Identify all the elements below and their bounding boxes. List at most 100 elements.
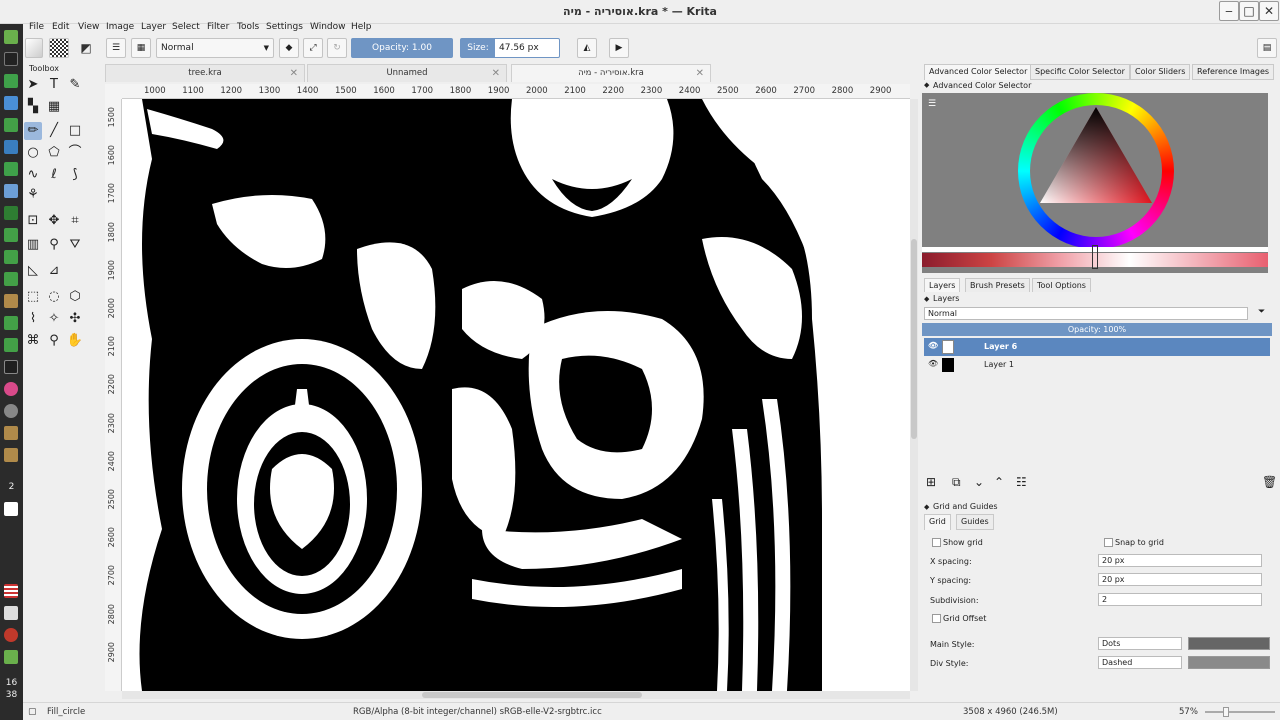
- drawing-canvas[interactable]: [122, 99, 910, 691]
- zoom-tool-icon[interactable]: ⚲: [45, 332, 63, 350]
- opacity-slider[interactable]: Opacity: 1.00: [351, 38, 453, 58]
- pan-tool-icon[interactable]: ✋: [66, 332, 84, 350]
- gradient-tool-icon[interactable]: ▦: [45, 98, 63, 116]
- notification-icon[interactable]: [4, 628, 18, 642]
- collapse-icon[interactable]: ◆: [924, 295, 929, 303]
- move-up-icon[interactable]: ⌃: [994, 475, 1004, 489]
- menu-window[interactable]: Window: [310, 22, 346, 32]
- gradient-selector-icon[interactable]: [25, 38, 43, 58]
- bezier-tool-icon[interactable]: ∿: [24, 166, 42, 184]
- menu-tools[interactable]: Tools: [237, 22, 259, 32]
- folder-icon[interactable]: [4, 228, 18, 242]
- tab-grid[interactable]: Grid: [924, 514, 951, 530]
- eraser-icon[interactable]: ◆: [279, 38, 299, 58]
- tab-active-document[interactable]: אוסיריה - מיה.kra ✕: [511, 64, 711, 82]
- network-icon[interactable]: [4, 606, 18, 620]
- terminal-icon[interactable]: [4, 52, 18, 66]
- color-picker-tool-icon[interactable]: ⚲: [45, 236, 63, 254]
- folder-icon[interactable]: [4, 272, 18, 286]
- layer-row[interactable]: 👁 Layer 6: [924, 338, 1270, 356]
- edit-shapes-tool-icon[interactable]: ✎: [66, 76, 84, 94]
- color-swap-icon[interactable]: ◩: [77, 39, 95, 57]
- assistant-tool-icon[interactable]: ◺: [24, 262, 42, 280]
- select-shapes-tool-icon[interactable]: ➤: [24, 76, 42, 94]
- close-tab-icon[interactable]: ✕: [696, 65, 704, 82]
- blend-mode-dropdown[interactable]: Normal ▼: [156, 38, 274, 58]
- app-icon[interactable]: [4, 162, 18, 176]
- duplicate-layer-icon[interactable]: ⧉: [952, 475, 961, 490]
- app-icon[interactable]: [4, 96, 18, 110]
- multibrush-tool-icon[interactable]: ⚘: [24, 186, 42, 204]
- app-icon[interactable]: [4, 404, 18, 418]
- main-color-swatch[interactable]: [1188, 637, 1270, 650]
- rectangular-selection-icon[interactable]: ⬚: [24, 288, 42, 306]
- scroll-thumb[interactable]: [422, 692, 642, 698]
- tab-advanced-color-selector[interactable]: Advanced Color Selector: [924, 64, 1033, 80]
- brush-settings-icon[interactable]: ☰: [106, 38, 126, 58]
- close-tab-icon[interactable]: ✕: [290, 65, 298, 82]
- maximize-button[interactable]: □: [1239, 1, 1259, 21]
- preserve-alpha-icon[interactable]: ⤢: [303, 38, 323, 58]
- scroll-thumb[interactable]: [911, 239, 917, 439]
- snap-grid-checkbox[interactable]: [1104, 538, 1113, 547]
- y-spacing-input[interactable]: 20 px: [1098, 573, 1262, 586]
- delete-layer-icon[interactable]: 🗑: [1262, 475, 1277, 489]
- rectangle-tool-icon[interactable]: □: [66, 122, 84, 140]
- folder-icon[interactable]: [4, 316, 18, 330]
- app-icon[interactable]: [4, 184, 18, 198]
- add-layer-icon[interactable]: ⊞: [926, 475, 936, 489]
- polyline-tool-icon[interactable]: ⌒: [66, 144, 84, 162]
- dynamic-brush-tool-icon[interactable]: ⟆: [66, 166, 84, 184]
- menu-settings[interactable]: Settings: [266, 22, 303, 32]
- move-tool-icon[interactable]: ✥: [45, 212, 63, 230]
- tab-specific-color-selector[interactable]: Specific Color Selector: [1030, 64, 1130, 80]
- minimize-button[interactable]: ‒: [1219, 1, 1239, 21]
- os-menu-icon[interactable]: [4, 30, 18, 44]
- reload-icon[interactable]: ↻: [327, 38, 347, 58]
- layer-properties-icon[interactable]: ☷: [1016, 475, 1027, 489]
- contiguous-selection-icon[interactable]: ✧: [45, 310, 63, 328]
- tab-color-sliders[interactable]: Color Sliders: [1130, 64, 1191, 80]
- app-icon[interactable]: [4, 426, 18, 440]
- workspace-icon[interactable]: ▤: [1257, 38, 1277, 58]
- measure-tool-icon[interactable]: ⊿: [45, 262, 63, 280]
- app-icon[interactable]: [4, 74, 18, 88]
- menu-file[interactable]: File: [29, 22, 44, 32]
- line-tool-icon[interactable]: ╱: [45, 122, 63, 140]
- text-tool-icon[interactable]: T: [45, 76, 63, 94]
- app-icon[interactable]: [4, 448, 18, 462]
- app-icon[interactable]: [4, 294, 18, 308]
- fill-tool-icon[interactable]: ⛛: [66, 236, 84, 254]
- visibility-eye-icon[interactable]: 👁: [928, 341, 938, 350]
- workspace-icon[interactable]: [4, 502, 18, 516]
- menu-view[interactable]: View: [78, 22, 99, 32]
- div-style-dropdown[interactable]: Dashed: [1098, 656, 1182, 669]
- menu-select[interactable]: Select: [172, 22, 200, 32]
- freehand-brush-tool-icon[interactable]: ✏: [24, 122, 42, 140]
- pattern-selector-icon[interactable]: [49, 38, 69, 58]
- gradient-fill-tool-icon[interactable]: ▥: [24, 236, 42, 254]
- visibility-eye-icon[interactable]: 👁: [928, 359, 938, 368]
- bezier-selection-icon[interactable]: ⌘: [24, 332, 42, 350]
- collapse-icon[interactable]: ◆: [924, 503, 929, 511]
- main-style-dropdown[interactable]: Dots: [1098, 637, 1182, 650]
- horizontal-scrollbar[interactable]: [122, 691, 910, 699]
- transform-tool-icon[interactable]: ⊡: [24, 212, 42, 230]
- menu-layer[interactable]: Layer: [141, 22, 166, 32]
- folder-icon[interactable]: [4, 338, 18, 352]
- menu-filter[interactable]: Filter: [207, 22, 229, 32]
- advanced-color-selector[interactable]: ☰: [922, 93, 1268, 273]
- tab-reference-images[interactable]: Reference Images: [1192, 64, 1275, 80]
- show-grid-checkbox[interactable]: [932, 538, 941, 547]
- vertical-scrollbar[interactable]: [910, 99, 918, 691]
- crop-tool-icon[interactable]: ⌗: [66, 212, 84, 230]
- brush-presets-icon[interactable]: ▦: [131, 38, 151, 58]
- collapse-icon[interactable]: ◆: [924, 81, 929, 89]
- subdivision-input[interactable]: 2: [1098, 593, 1262, 606]
- zoom-slider[interactable]: [1205, 711, 1275, 713]
- close-button[interactable]: ✕: [1259, 1, 1279, 21]
- elliptical-selection-icon[interactable]: ◌: [45, 288, 63, 306]
- move-down-icon[interactable]: ⌄: [974, 475, 984, 489]
- terminal-icon[interactable]: [4, 360, 18, 374]
- freehand-path-tool-icon[interactable]: ℓ: [45, 166, 63, 184]
